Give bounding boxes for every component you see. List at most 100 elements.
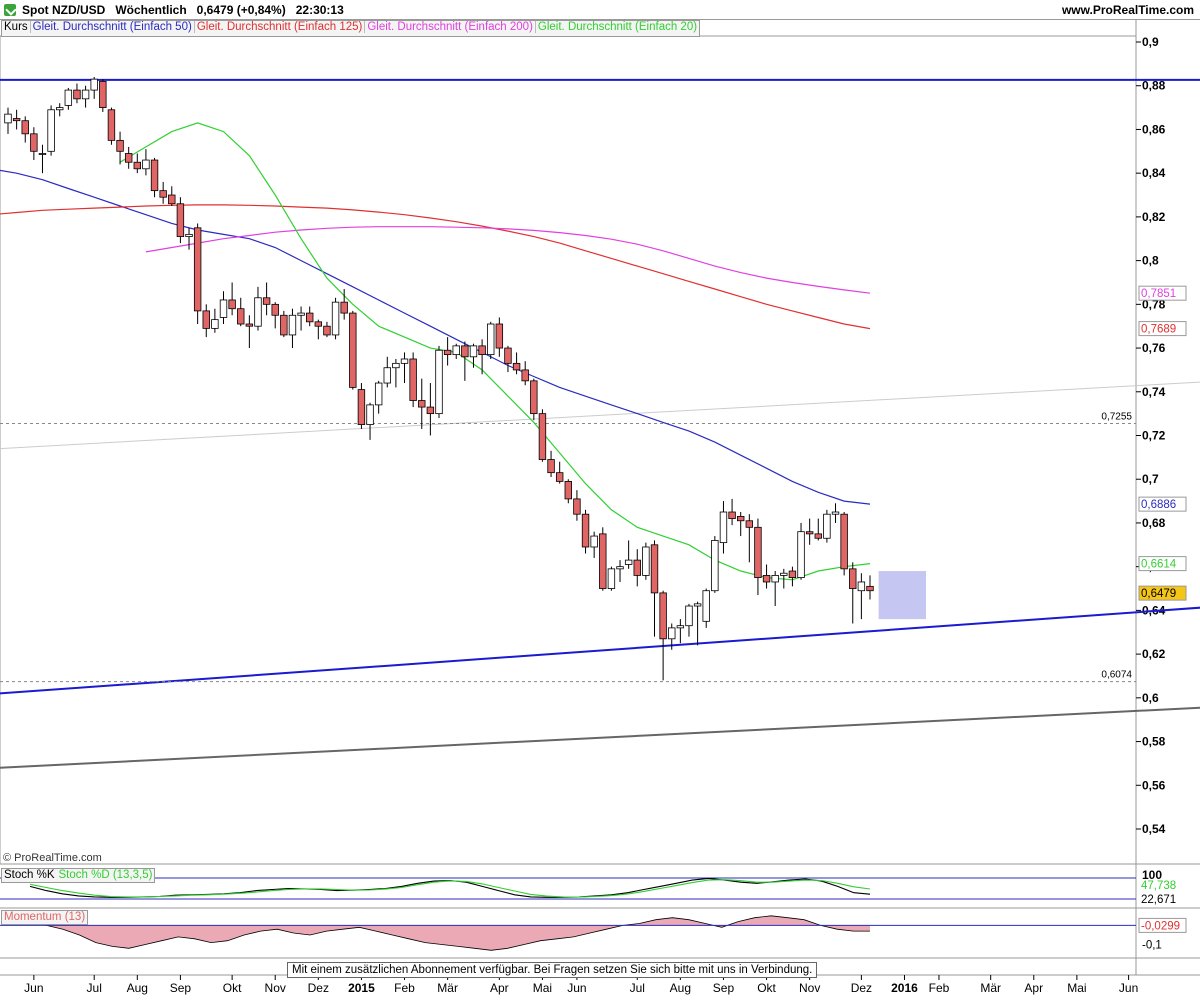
candle-body <box>426 406 435 415</box>
candle-body <box>47 109 55 152</box>
legend-ma20[interactable]: Gleit. Durchschnitt (Einfach 20) <box>536 21 699 33</box>
candle-body <box>590 535 598 548</box>
chart-title: Spot NZD/USD Wöchentlich 0,6479 (+0,84%)… <box>22 3 344 17</box>
candle-body <box>116 139 124 152</box>
candle-body <box>797 531 805 578</box>
candle-body <box>124 153 133 163</box>
legend-kurs[interactable]: Kurs <box>2 21 31 33</box>
candle-body <box>73 89 81 100</box>
price-chart[interactable]: 0,90,880,860,840,820,80,780,760,740,720,… <box>0 0 1200 1000</box>
candle-body <box>4 113 12 124</box>
candle-body <box>737 515 745 522</box>
legend-ma50[interactable]: Gleit. Durchschnitt (Einfach 50) <box>30 21 195 33</box>
x-tick-label: Jul <box>630 981 645 995</box>
candle-body <box>728 511 736 519</box>
y-tick-label: 0,54 <box>1142 822 1166 836</box>
candle-body <box>538 413 547 460</box>
candle-body <box>676 625 685 629</box>
x-tick-label: Feb <box>394 981 415 995</box>
candle-body <box>176 203 185 237</box>
x-tick-label: Sep <box>713 981 735 995</box>
candle-body <box>702 590 710 622</box>
marker-label: 0,6074 <box>1101 670 1132 681</box>
candle-body <box>357 389 366 425</box>
candle-body <box>530 380 538 415</box>
candle-body <box>573 498 581 515</box>
y-tick-label: 0,6 <box>1142 691 1159 705</box>
x-tick-label: Nov <box>265 981 286 995</box>
candle-body <box>478 345 486 356</box>
x-tick-label: Aug <box>127 981 148 995</box>
candle-body <box>719 511 728 544</box>
candle-body <box>193 227 202 312</box>
stoch-d-label[interactable]: Stoch %D (13,3,5) <box>57 869 155 881</box>
candle-body <box>219 299 228 318</box>
y-tick-label: 0,58 <box>1142 735 1166 749</box>
candle-body <box>452 345 460 356</box>
candle-body <box>90 78 98 91</box>
legend-ma125[interactable]: Gleit. Durchschnitt (Einfach 125) <box>194 21 366 33</box>
candle-body <box>633 559 641 576</box>
candle-body <box>305 312 314 323</box>
candle-body <box>280 314 288 336</box>
candle-body <box>805 531 814 535</box>
y-tick-label: 0,56 <box>1142 778 1166 792</box>
candle-body <box>650 544 659 594</box>
x-tick-label: Okt <box>223 981 242 995</box>
momentum-label[interactable]: Momentum (13) <box>2 911 87 923</box>
candle-body <box>469 345 478 358</box>
highlight-zone <box>878 571 927 620</box>
x-tick-label: Mai <box>533 981 552 995</box>
x-tick-label: Aug <box>670 981 691 995</box>
candle-body <box>788 570 797 578</box>
candle-body <box>228 299 236 310</box>
candle-body <box>262 297 271 305</box>
stoch-k-label[interactable]: Stoch %K <box>2 869 57 881</box>
candle-body <box>81 89 90 100</box>
candle-body <box>461 345 469 358</box>
legend-ma200[interactable]: Gleit. Durchschnitt (Einfach 200) <box>365 21 536 33</box>
prorealtime-logo-icon <box>4 4 16 16</box>
candle-body <box>866 585 874 592</box>
x-tick-label: Dez <box>308 981 329 995</box>
momentum-value-label: -0,0299 <box>1141 920 1180 932</box>
x-tick-label: 2015 <box>348 981 375 995</box>
value-label: 0,6479 <box>1141 588 1176 600</box>
candle-body <box>762 575 771 583</box>
candle-body <box>564 481 572 500</box>
candle-body <box>392 362 400 369</box>
x-tick-label: Okt <box>757 981 776 995</box>
subscription-notice[interactable]: Mit einem zusätzlichen Abonnement verfüg… <box>287 962 818 978</box>
candle-body <box>624 559 633 565</box>
candle-body <box>409 358 417 401</box>
candle-body <box>340 301 348 314</box>
candle-body <box>659 592 667 640</box>
candle-body <box>323 325 331 336</box>
copyright: © ProRealTime.com <box>3 852 102 864</box>
site-url[interactable]: www.ProRealTime.com <box>1062 3 1194 17</box>
x-tick-label: Jun <box>24 981 43 995</box>
y-tick-label: 0,76 <box>1142 341 1166 355</box>
candle-body <box>56 107 64 111</box>
candle-body <box>64 89 73 106</box>
momentum-tick-label: -0,1 <box>1142 940 1162 952</box>
candle-body <box>237 308 245 325</box>
candle-body <box>435 349 443 415</box>
x-tick-label: Mär <box>980 981 1001 995</box>
candle-body <box>711 540 719 592</box>
x-tick-label: Jul <box>87 981 102 995</box>
candle-body <box>521 369 529 382</box>
candle-body <box>495 323 504 349</box>
y-tick-label: 0,82 <box>1142 210 1166 224</box>
candle-body <box>107 109 116 141</box>
candle-body <box>599 533 607 589</box>
candle-body <box>780 572 788 576</box>
candle-body <box>30 133 38 152</box>
momentum-header: Momentum (13) <box>1 910 89 925</box>
x-tick-label: Nov <box>799 981 820 995</box>
candle-body <box>823 513 831 539</box>
x-tick-label: Jun <box>567 981 586 995</box>
candle-body <box>849 568 857 589</box>
candle-body <box>133 161 141 170</box>
candle-body <box>12 118 21 122</box>
